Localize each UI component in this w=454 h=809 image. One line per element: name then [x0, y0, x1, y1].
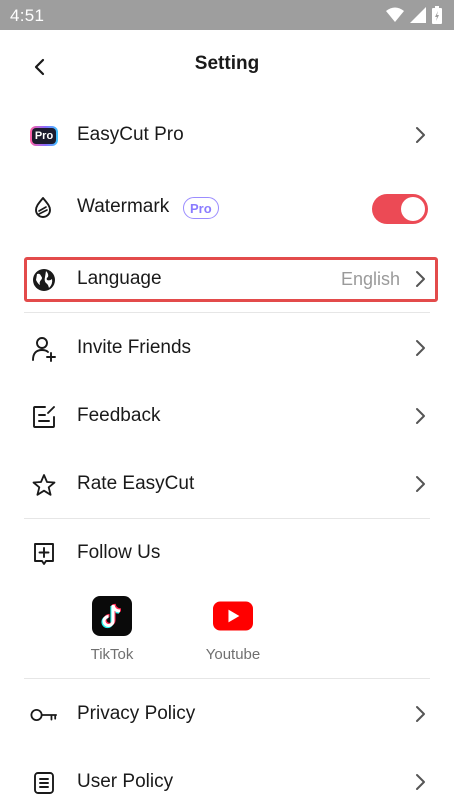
social-label-tiktok: TikTok	[90, 646, 134, 663]
add-user-icon	[30, 335, 58, 363]
setting-row-user-policy[interactable]: User Policy	[0, 755, 454, 809]
chevron-right-icon	[416, 271, 425, 287]
social-tiktok[interactable]: TikTok	[67, 596, 157, 663]
setting-row-easycut-pro[interactable]: Pro EasyCut Pro	[0, 108, 454, 162]
chevron-right-icon	[416, 774, 425, 790]
setting-label-follow-us: Follow Us	[77, 542, 161, 563]
setting-label-user-policy: User Policy	[77, 771, 174, 792]
document-list-icon	[30, 769, 58, 797]
setting-row-watermark: Watermark Pro	[0, 180, 454, 234]
pro-icon: Pro	[30, 122, 58, 150]
divider	[24, 312, 430, 313]
chevron-right-icon	[416, 127, 425, 143]
pro-badge: Pro	[183, 197, 219, 219]
setting-label-privacy-policy: Privacy Policy	[77, 703, 196, 724]
signal-icon	[410, 7, 426, 23]
star-icon	[30, 471, 58, 499]
social-label-youtube: Youtube	[205, 646, 261, 663]
status-icons	[386, 6, 442, 24]
chevron-right-icon	[416, 706, 425, 722]
tiktok-icon	[92, 596, 132, 636]
social-youtube[interactable]: Youtube	[188, 596, 278, 663]
key-icon	[30, 701, 58, 729]
toggle-knob	[401, 197, 425, 221]
setting-row-language[interactable]: Language English	[0, 252, 454, 306]
language-value: English	[340, 269, 400, 289]
setting-label-feedback: Feedback	[77, 405, 161, 426]
feedback-edit-icon	[30, 403, 58, 431]
globe-icon	[30, 266, 58, 294]
setting-row-privacy-policy[interactable]: Privacy Policy	[0, 687, 454, 741]
setting-row-rate[interactable]: Rate EasyCut	[0, 457, 454, 511]
chevron-right-icon	[416, 340, 425, 356]
setting-label-watermark: Watermark	[77, 196, 170, 217]
wifi-icon	[386, 7, 404, 22]
divider	[24, 678, 430, 679]
setting-label-rate: Rate EasyCut	[77, 473, 195, 494]
divider	[24, 518, 430, 519]
status-bar: 4:51	[0, 0, 454, 30]
watermark-toggle[interactable]	[372, 194, 428, 224]
chevron-right-icon	[416, 476, 425, 492]
page-title: Setting	[194, 53, 260, 74]
setting-label-easycut-pro: EasyCut Pro	[77, 124, 184, 145]
status-time: 4:51	[10, 6, 45, 25]
setting-row-invite-friends[interactable]: Invite Friends	[0, 321, 454, 375]
follow-add-icon	[30, 540, 58, 568]
setting-label-invite-friends: Invite Friends	[77, 337, 192, 358]
app-header: Setting	[0, 30, 454, 100]
watermark-drop-icon	[30, 194, 58, 222]
setting-row-follow-us: Follow Us	[0, 526, 454, 580]
setting-label-language: Language	[77, 268, 162, 289]
setting-row-feedback[interactable]: Feedback	[0, 389, 454, 443]
youtube-icon	[213, 596, 253, 636]
battery-icon	[432, 6, 442, 24]
chevron-right-icon	[416, 408, 425, 424]
